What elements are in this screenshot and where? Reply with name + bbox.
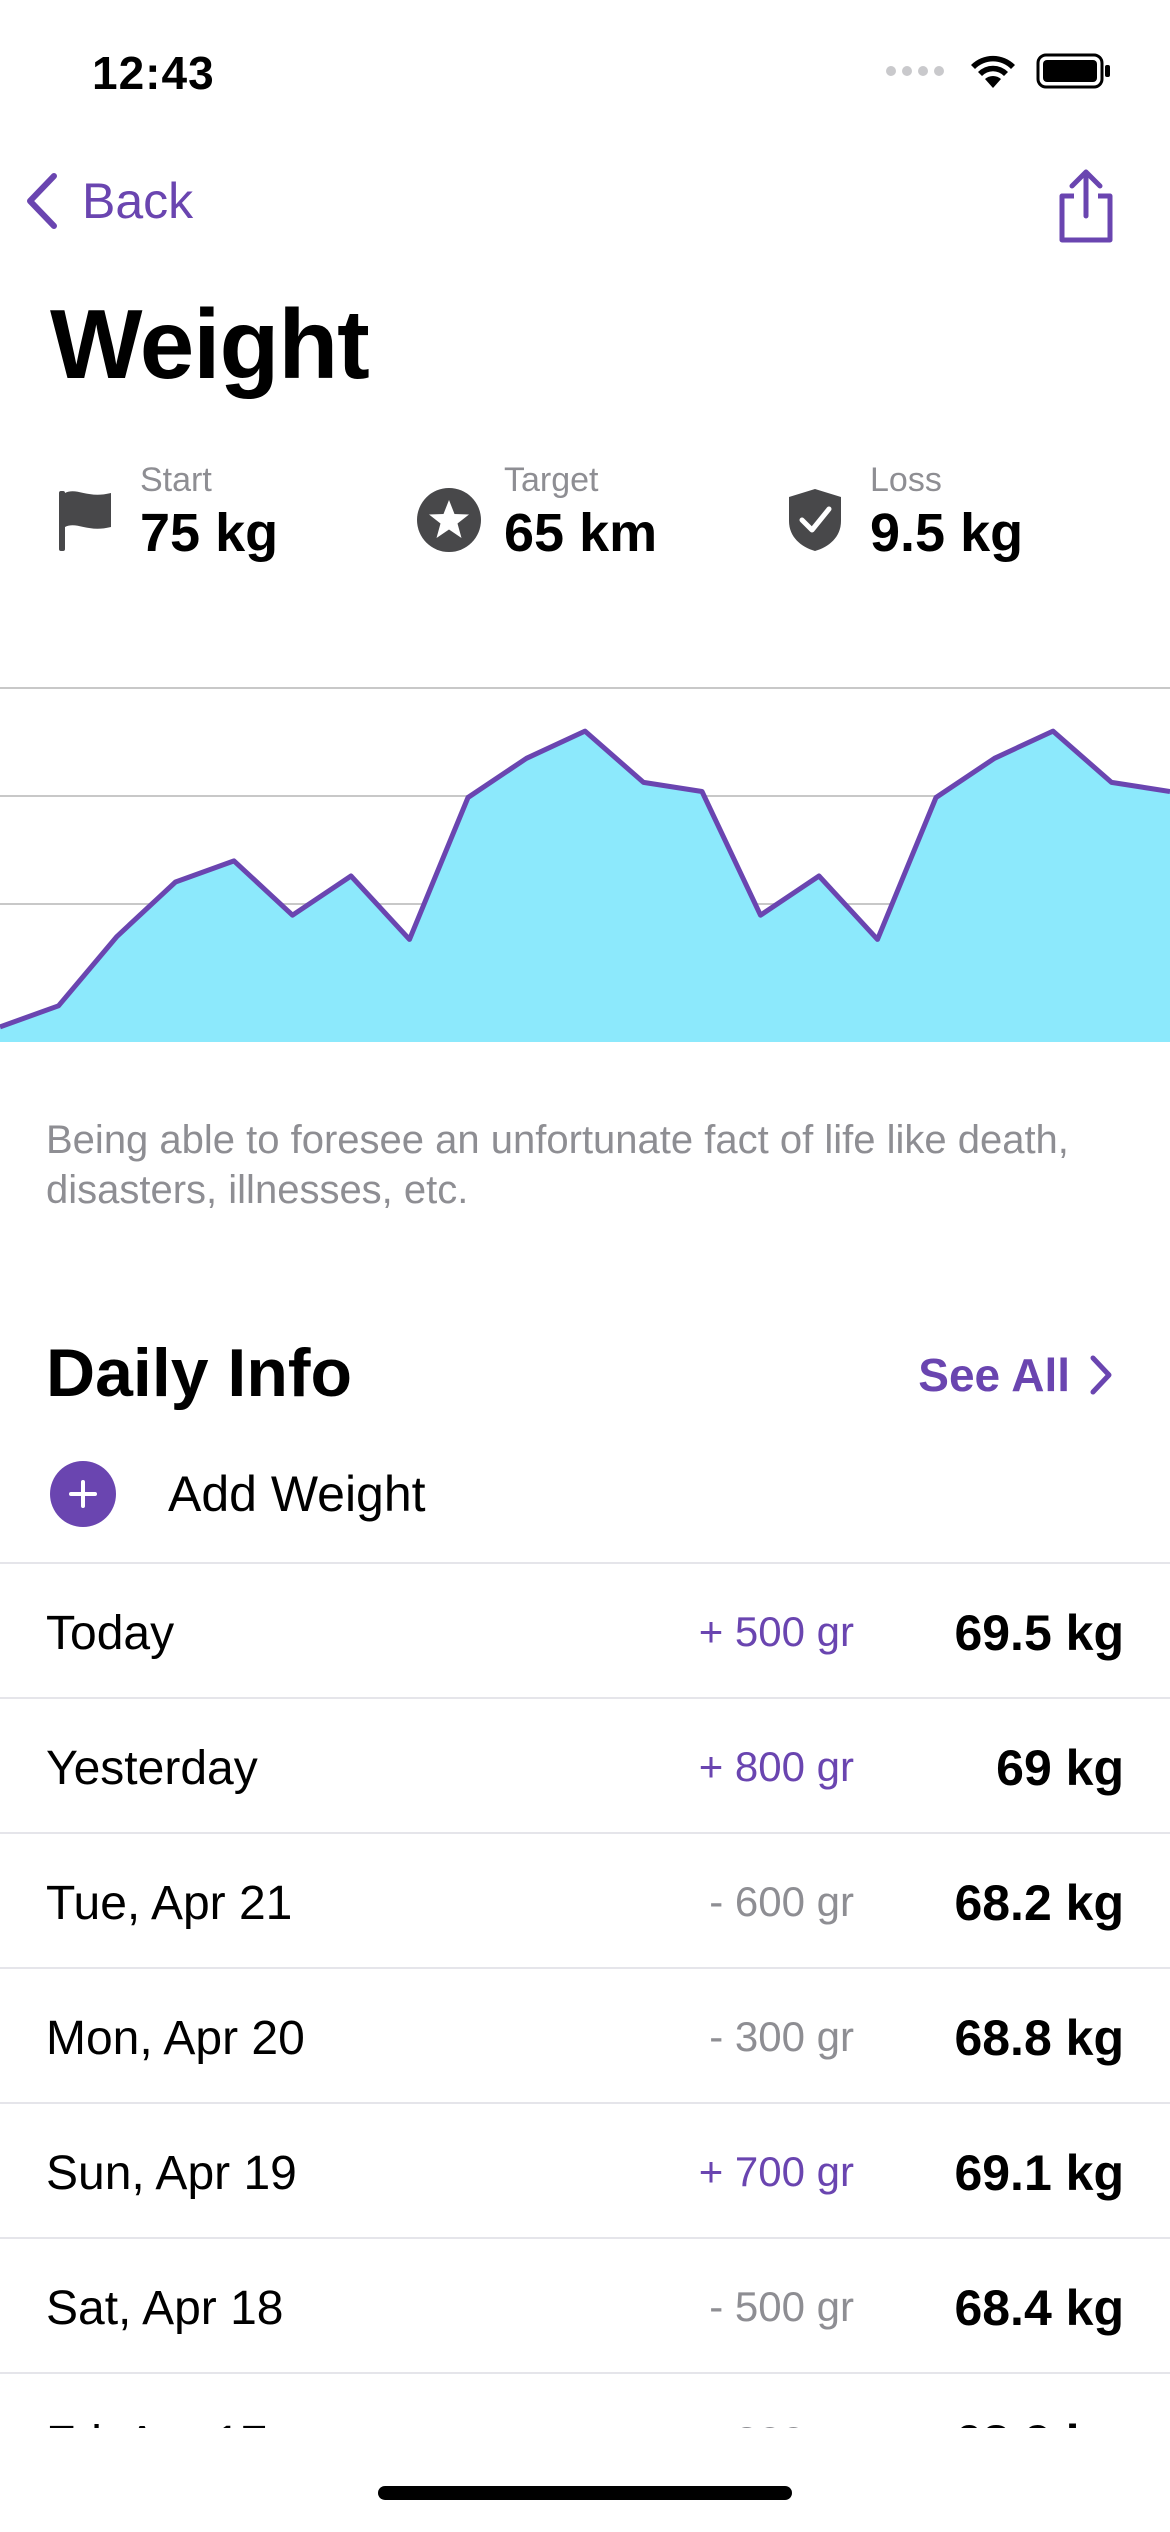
chevron-right-icon [1090,1355,1112,1395]
row-day: Today [46,1607,175,1660]
status-bar: 12:43 [0,0,1170,140]
section-title: Daily Info [46,1335,353,1411]
chevron-left-icon [27,173,57,229]
stat-value: 9.5 kg [870,503,1024,563]
wifi-icon [971,55,1015,88]
weight-stats: Start 75 kg Target 65 km Loss 9.5 kg [0,460,1170,580]
home-indicator [378,2486,792,2500]
stat-value: 65 km [504,503,658,563]
row-delta: + 500 gr [698,1608,854,1655]
daily-weight-list: Today + 500 gr 69.5 kg Yesterday + 800 g… [0,1562,1170,2428]
share-icon [1059,169,1113,243]
weight-area-chart [0,687,1170,1042]
flag-icon [50,485,120,555]
navigation-bar: Back [0,160,1170,256]
back-button[interactable]: Back [22,170,193,232]
table-row[interactable]: Mon, Apr 20 - 300 gr 68.8 kg [0,1967,1170,2102]
stat-label: Target [504,461,599,499]
row-day: Yesterday [46,1742,258,1795]
stat-target: Target 65 km [414,460,657,566]
table-row[interactable]: Today + 500 gr 69.5 kg [0,1562,1170,1697]
add-weight-button[interactable]: Add Weight [0,1454,1170,1564]
shield-check-icon [780,485,850,555]
stat-label: Start [140,461,212,499]
row-day: Fri, Apr 17 [46,2416,267,2428]
description-text: Being able to foresee an unfortunate fac… [46,1118,1069,1212]
table-row[interactable]: Sat, Apr 18 - 500 gr 68.4 kg [0,2237,1170,2372]
stat-start: Start 75 kg [50,460,278,566]
row-day: Sun, Apr 19 [46,2147,297,2200]
table-row[interactable]: Yesterday + 800 gr 69 kg [0,1697,1170,1832]
row-day: Tue, Apr 21 [46,1877,293,1930]
daily-info-header: Daily Info See All [0,1326,1170,1412]
plus-circle-icon [50,1461,116,1527]
table-row[interactable]: Tue, Apr 21 - 600 gr 68.2 kg [0,1832,1170,1967]
row-delta: - 300 gr [709,2013,854,2060]
table-row[interactable]: Fri, Apr 17 - 200 gr 68.9 kg [0,2372,1170,2428]
star-circle-icon [414,485,484,555]
row-weight: 68.9 kg [954,2414,1124,2428]
page-title: Weight [50,289,370,399]
share-button[interactable] [1054,166,1118,251]
back-label: Back [82,173,194,229]
chart-area-fill [0,731,1170,1042]
see-all-label: See All [918,1349,1070,1401]
status-icons [886,52,1112,90]
see-all-button[interactable]: See All [918,1348,1114,1402]
status-time: 12:43 [92,47,215,99]
stat-loss: Loss 9.5 kg [780,460,1023,566]
row-weight: 69 kg [996,1740,1124,1796]
row-weight: 69.5 kg [954,1605,1124,1661]
row-delta: - 600 gr [709,1878,854,1925]
row-weight: 68.2 kg [954,1875,1124,1931]
row-delta: - 200 gr [709,2418,854,2428]
row-day: Sat, Apr 18 [46,2282,284,2335]
add-weight-label: Add Weight [168,1466,426,1522]
row-delta: - 500 gr [709,2283,854,2330]
cellular-signal-icon [886,66,944,76]
row-delta: + 700 gr [698,2148,854,2195]
table-row[interactable]: Sun, Apr 19 + 700 gr 69.1 kg [0,2102,1170,2237]
row-weight: 68.8 kg [954,2010,1124,2066]
row-delta: + 800 gr [698,1743,854,1790]
stat-value: 75 kg [140,503,279,563]
row-weight: 68.4 kg [954,2280,1124,2336]
row-day: Mon, Apr 20 [46,2012,305,2065]
stat-label: Loss [870,461,942,499]
row-weight: 69.1 kg [954,2145,1124,2201]
battery-icon [1036,53,1110,89]
